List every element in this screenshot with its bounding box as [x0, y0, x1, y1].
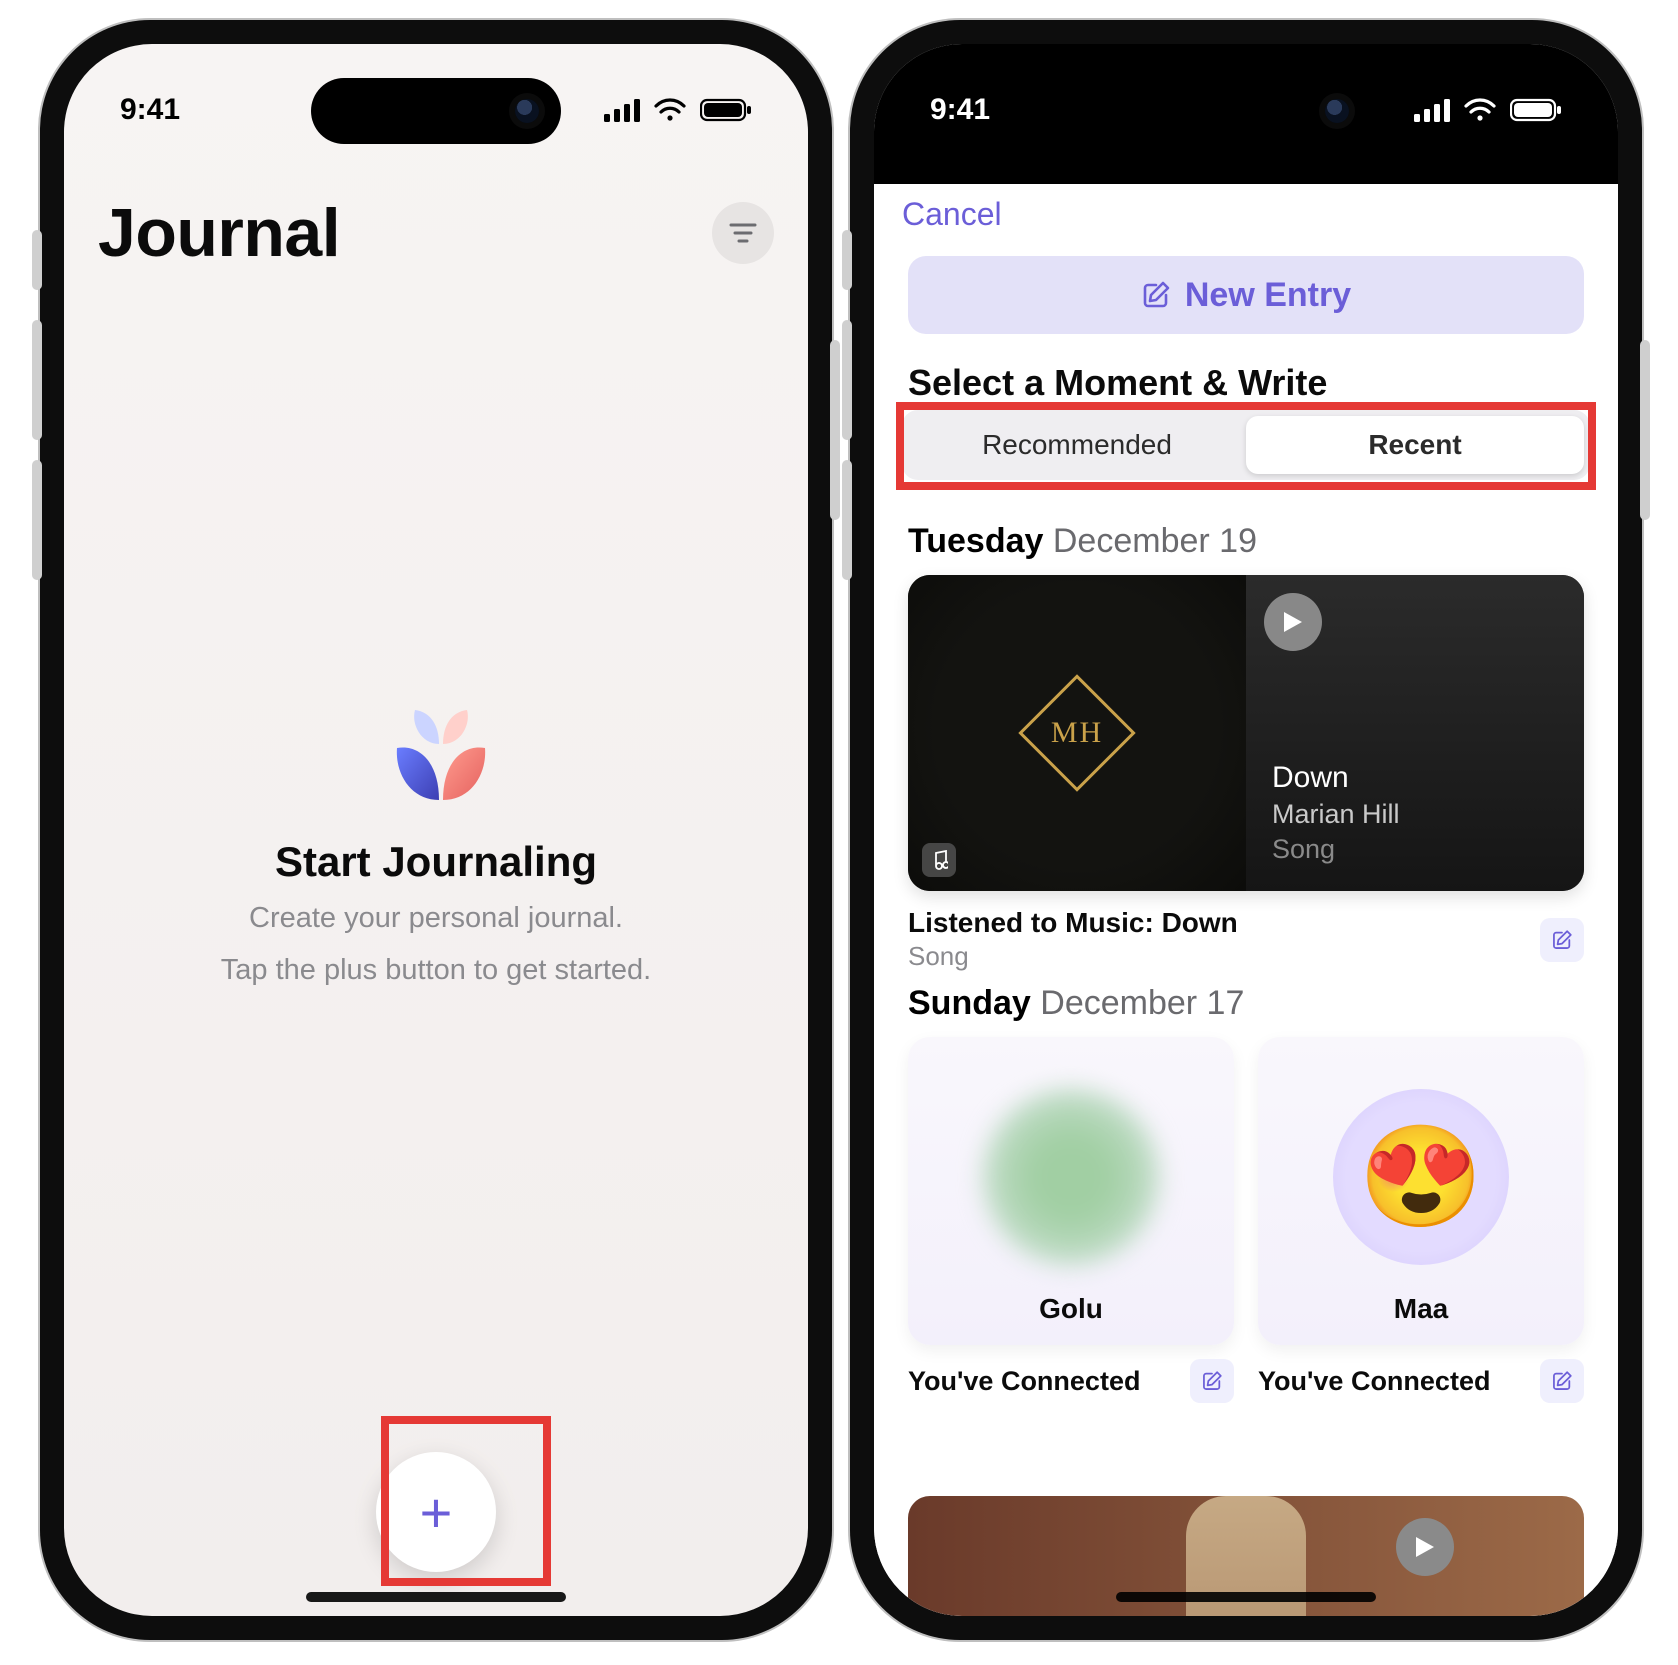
add-entry-button[interactable]: + — [376, 1452, 496, 1572]
day-section-0: Tuesday December 19 MH D — [908, 522, 1584, 972]
home-indicator[interactable] — [1116, 1592, 1376, 1602]
plus-icon: + — [420, 1480, 453, 1545]
cellular-icon — [1414, 98, 1450, 122]
play-button[interactable] — [1264, 593, 1322, 651]
new-entry-button[interactable]: New Entry — [908, 256, 1584, 334]
moment-summary-title: Listened to Music: Down — [908, 907, 1238, 939]
moment-picker-sheet: Cancel New Entry Select a Moment & Write… — [874, 184, 1618, 1616]
play-icon — [1414, 1535, 1436, 1559]
svg-text:MH: MH — [1051, 716, 1103, 749]
wifi-icon — [654, 98, 686, 122]
empty-state: Start Journaling Create your personal jo… — [64, 704, 808, 989]
play-icon — [1282, 610, 1304, 634]
segmented-control[interactable]: Recommended Recent — [902, 410, 1590, 480]
compose-icon — [1141, 280, 1171, 310]
compose-icon — [1551, 929, 1573, 951]
status-time: 9:41 — [930, 93, 990, 127]
cancel-button[interactable]: Cancel — [902, 196, 1002, 233]
media-kind: Song — [1272, 834, 1558, 865]
segment-recommended[interactable]: Recommended — [908, 416, 1246, 474]
moment-contact-card-1[interactable]: 😍 Maa — [1258, 1037, 1584, 1345]
journal-home-screen: 9:41 Journal — [64, 44, 808, 1616]
day-header-0: Tuesday December 19 — [908, 522, 1584, 561]
album-art: MH — [908, 575, 1246, 891]
day-section-1: Sunday December 17 Golu 😍 Maa — [908, 984, 1584, 1403]
moment-music-card[interactable]: MH Down Marian Hill Song — [908, 575, 1584, 891]
segment-recent[interactable]: Recent — [1246, 416, 1584, 474]
empty-state-line2: Tap the plus button to get started. — [221, 952, 651, 990]
moment-summary-sub: Song — [908, 941, 1238, 972]
write-moment-button[interactable] — [1190, 1359, 1234, 1403]
options-button[interactable] — [712, 202, 774, 264]
cellular-icon — [604, 98, 640, 122]
artist-name: Marian Hill — [1272, 799, 1558, 830]
empty-state-line1: Create your personal journal. — [249, 900, 623, 938]
iphone-frame-right: 9:41 Cancel — [850, 20, 1642, 1640]
day-header-1: Sunday December 17 — [908, 984, 1584, 1023]
iphone-frame-left: 9:41 Journal — [40, 20, 832, 1640]
play-button[interactable] — [1396, 1518, 1454, 1576]
track-title: Down — [1272, 761, 1558, 795]
empty-state-heading: Start Journaling — [275, 838, 597, 886]
wifi-icon — [1464, 98, 1496, 122]
status-time: 9:41 — [120, 93, 180, 127]
battery-icon — [700, 98, 752, 122]
contact-meta-1: You've Connected — [1258, 1366, 1490, 1397]
page-title: Journal — [98, 194, 340, 272]
heart-eyes-icon: 😍 — [1359, 1119, 1484, 1236]
write-moment-button[interactable] — [1540, 918, 1584, 962]
music-source-icon — [922, 843, 956, 877]
write-moment-button[interactable] — [1540, 1359, 1584, 1403]
new-entry-sheet-screen: 9:41 Cancel — [874, 44, 1618, 1616]
section-title: Select a Moment & Write — [908, 362, 1327, 404]
avatar: 😍 — [1333, 1089, 1509, 1265]
dynamic-island — [1121, 78, 1371, 144]
avatar — [983, 1089, 1159, 1265]
battery-icon — [1510, 98, 1562, 122]
dynamic-island — [311, 78, 561, 144]
home-indicator[interactable] — [306, 1592, 566, 1602]
compose-icon — [1551, 1370, 1573, 1392]
contact-meta-0: You've Connected — [908, 1366, 1140, 1397]
compose-icon — [1201, 1370, 1223, 1392]
journal-app-icon — [361, 704, 511, 814]
filter-lines-icon — [729, 222, 757, 244]
moment-contact-card-0[interactable]: Golu — [908, 1037, 1234, 1345]
